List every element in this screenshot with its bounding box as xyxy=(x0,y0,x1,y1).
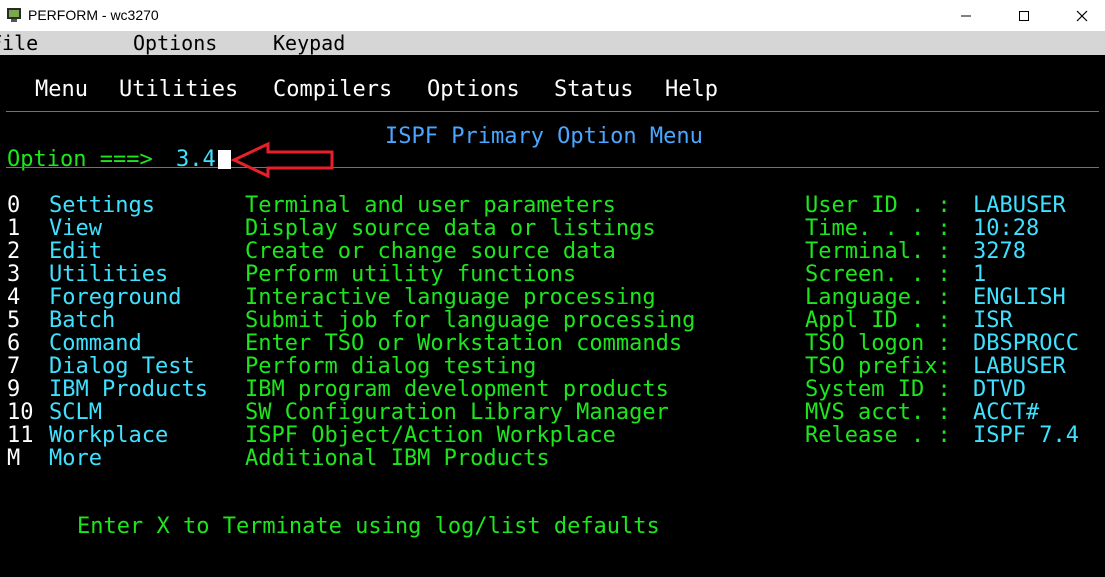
option-description: Perform utility functions xyxy=(245,262,577,287)
option-key: 1 xyxy=(7,216,21,241)
option-description: ISPF Object/Action Workplace xyxy=(245,423,616,448)
footer-instructions: Enter X to Terminate using log/list defa… xyxy=(77,514,660,539)
option-key: 10 xyxy=(7,400,34,425)
option-description: Enter TSO or Workstation commands xyxy=(245,331,683,356)
option-name[interactable]: Dialog Test xyxy=(49,355,195,378)
option-key: 11 xyxy=(7,423,34,448)
info-label: Screen. . : xyxy=(805,262,951,287)
terminal-screen[interactable]: Menu Utilities Compilers Options Status … xyxy=(0,55,1105,577)
info-value: 10:28 xyxy=(973,216,1040,241)
info-label: Time. . . : xyxy=(805,216,951,241)
menu-options[interactable]: Options xyxy=(133,31,217,55)
maximize-button[interactable] xyxy=(1001,0,1047,31)
minimize-button[interactable] xyxy=(943,0,989,31)
option-key: 7 xyxy=(7,354,21,379)
option-name[interactable]: Utilities xyxy=(49,263,168,286)
info-label: TSO prefix: xyxy=(805,354,951,379)
option-description: SW Configuration Library Manager xyxy=(245,400,669,425)
left-arrow-icon xyxy=(230,141,334,179)
info-label: Appl ID . : xyxy=(805,308,951,333)
window-menubar: File Options Keypad xyxy=(0,31,1105,55)
option-key: 5 xyxy=(7,308,21,333)
option-description: Interactive language processing xyxy=(245,285,656,310)
option-key: M xyxy=(7,446,21,471)
option-name[interactable]: Workplace xyxy=(49,424,168,447)
action-help[interactable]: Help xyxy=(665,78,718,101)
maximize-icon xyxy=(1019,10,1029,21)
minimize-icon xyxy=(961,15,971,16)
option-description: Submit job for language processing xyxy=(245,308,696,333)
action-status[interactable]: Status xyxy=(554,78,633,101)
option-name[interactable]: Batch xyxy=(49,309,115,332)
option-key: 2 xyxy=(7,239,21,264)
option-key: 6 xyxy=(7,331,21,356)
option-description: Additional IBM Products xyxy=(245,446,550,471)
action-menu[interactable]: Menu xyxy=(35,78,88,101)
close-button[interactable] xyxy=(1059,0,1105,31)
option-key: 9 xyxy=(7,377,21,402)
option-key: 4 xyxy=(7,285,21,310)
info-value: LABUSER xyxy=(973,354,1066,379)
info-value: ISR xyxy=(973,308,1013,333)
option-name[interactable]: SCLM xyxy=(49,401,102,424)
info-label: Language. : xyxy=(805,285,951,310)
info-label: User ID . : xyxy=(805,193,951,218)
window-titlebar: PERFORM - wc3270 xyxy=(0,0,1105,31)
option-name[interactable]: More xyxy=(49,447,102,470)
prompt-separator xyxy=(6,167,1099,168)
option-description: Perform dialog testing xyxy=(245,354,537,379)
action-bar-separator xyxy=(6,111,1099,112)
info-label: Release . : xyxy=(805,423,951,448)
option-description: IBM program development products xyxy=(245,377,669,402)
panel-title: ISPF Primary Option Menu xyxy=(385,124,703,149)
info-label: MVS acct. : xyxy=(805,400,951,425)
option-name[interactable]: IBM Products xyxy=(49,378,208,401)
info-label: System ID : xyxy=(805,377,951,402)
option-key: 0 xyxy=(7,193,21,218)
option-name[interactable]: Foreground xyxy=(49,286,181,309)
info-value: DTVD xyxy=(973,377,1026,402)
terminal-icon xyxy=(7,8,21,22)
action-utilities[interactable]: Utilities xyxy=(119,78,238,101)
option-name[interactable]: View xyxy=(49,217,102,240)
info-label: Terminal. : xyxy=(805,239,951,264)
option-name[interactable]: Settings xyxy=(49,194,155,217)
close-icon xyxy=(1076,10,1088,21)
info-value: ISPF 7.4 xyxy=(973,423,1079,448)
action-compilers[interactable]: Compilers xyxy=(273,78,392,101)
option-key: 3 xyxy=(7,262,21,287)
menu-file[interactable]: File xyxy=(0,31,38,55)
action-options[interactable]: Options xyxy=(427,78,520,101)
info-value: LABUSER xyxy=(973,193,1066,218)
info-value: 3278 xyxy=(973,239,1026,264)
info-value: DBSPROCC xyxy=(973,331,1079,356)
info-label: TSO logon : xyxy=(805,331,951,356)
menu-keypad[interactable]: Keypad xyxy=(273,31,345,55)
option-description: Display source data or listings xyxy=(245,216,656,241)
option-description: Create or change source data xyxy=(245,239,616,264)
option-name[interactable]: Command xyxy=(49,332,142,355)
option-name[interactable]: Edit xyxy=(49,240,102,263)
info-value: ACCT# xyxy=(973,400,1040,425)
option-description: Terminal and user parameters xyxy=(245,193,616,218)
window-title: PERFORM - wc3270 xyxy=(28,7,159,23)
info-value: ENGLISH xyxy=(973,285,1066,310)
info-value: 1 xyxy=(973,262,987,287)
